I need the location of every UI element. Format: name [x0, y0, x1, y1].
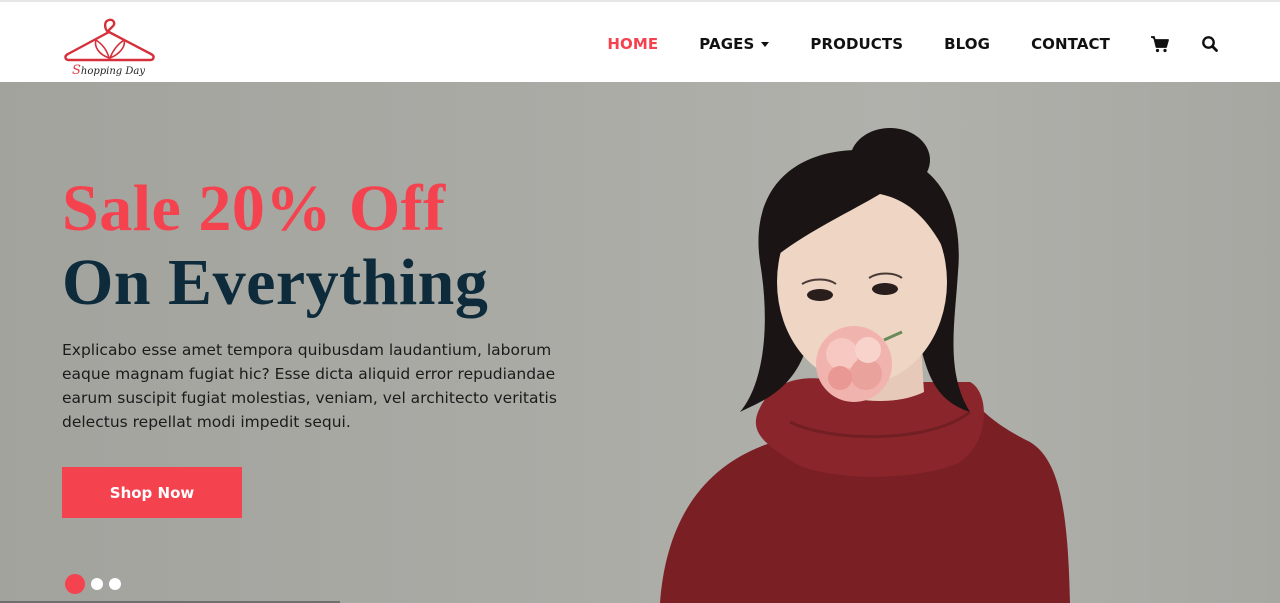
nav-label: PRODUCTS	[810, 35, 904, 53]
carousel-dot-1[interactable]	[65, 574, 85, 594]
hero-banner: Sale 20% Off On Everything Explicabo ess…	[0, 82, 1280, 603]
brand-name-initial: S	[72, 63, 81, 78]
top-navbar: Shopping Day HOME PAGES PRODUCTS BLOG CO…	[0, 0, 1280, 82]
nav-label: PAGES	[699, 35, 755, 53]
nav-label: BLOG	[944, 35, 991, 53]
main-nav: HOME PAGES PRODUCTS BLOG CONTACT	[607, 32, 1220, 56]
nav-item-products[interactable]: PRODUCTS	[810, 35, 903, 53]
cart-icon[interactable]	[1150, 34, 1170, 54]
hero-model-image	[660, 128, 1070, 603]
carousel-dot-2[interactable]	[91, 578, 103, 590]
nav-item-pages[interactable]: PAGES	[699, 35, 770, 53]
nav-label: CONTACT	[1031, 35, 1110, 53]
brand-name: Shopping Day	[72, 63, 145, 78]
caret-down-icon	[761, 41, 770, 47]
hero-title-everything: On Everything	[62, 246, 489, 319]
carousel-dot-3[interactable]	[109, 578, 121, 590]
brand-name-rest: hopping Day	[80, 66, 146, 77]
search-icon[interactable]	[1200, 34, 1220, 54]
nav-label: HOME	[607, 35, 659, 53]
nav-item-home[interactable]: HOME	[607, 35, 658, 53]
hero-title-sale: Sale 20% Off	[62, 172, 446, 245]
nav-item-blog[interactable]: BLOG	[944, 35, 990, 53]
carousel-indicators	[65, 574, 127, 594]
nav-item-contact[interactable]: CONTACT	[1031, 35, 1110, 53]
shop-now-button[interactable]: Shop Now	[62, 467, 242, 518]
hero-description: Explicabo esse amet tempora quibusdam la…	[62, 341, 557, 431]
